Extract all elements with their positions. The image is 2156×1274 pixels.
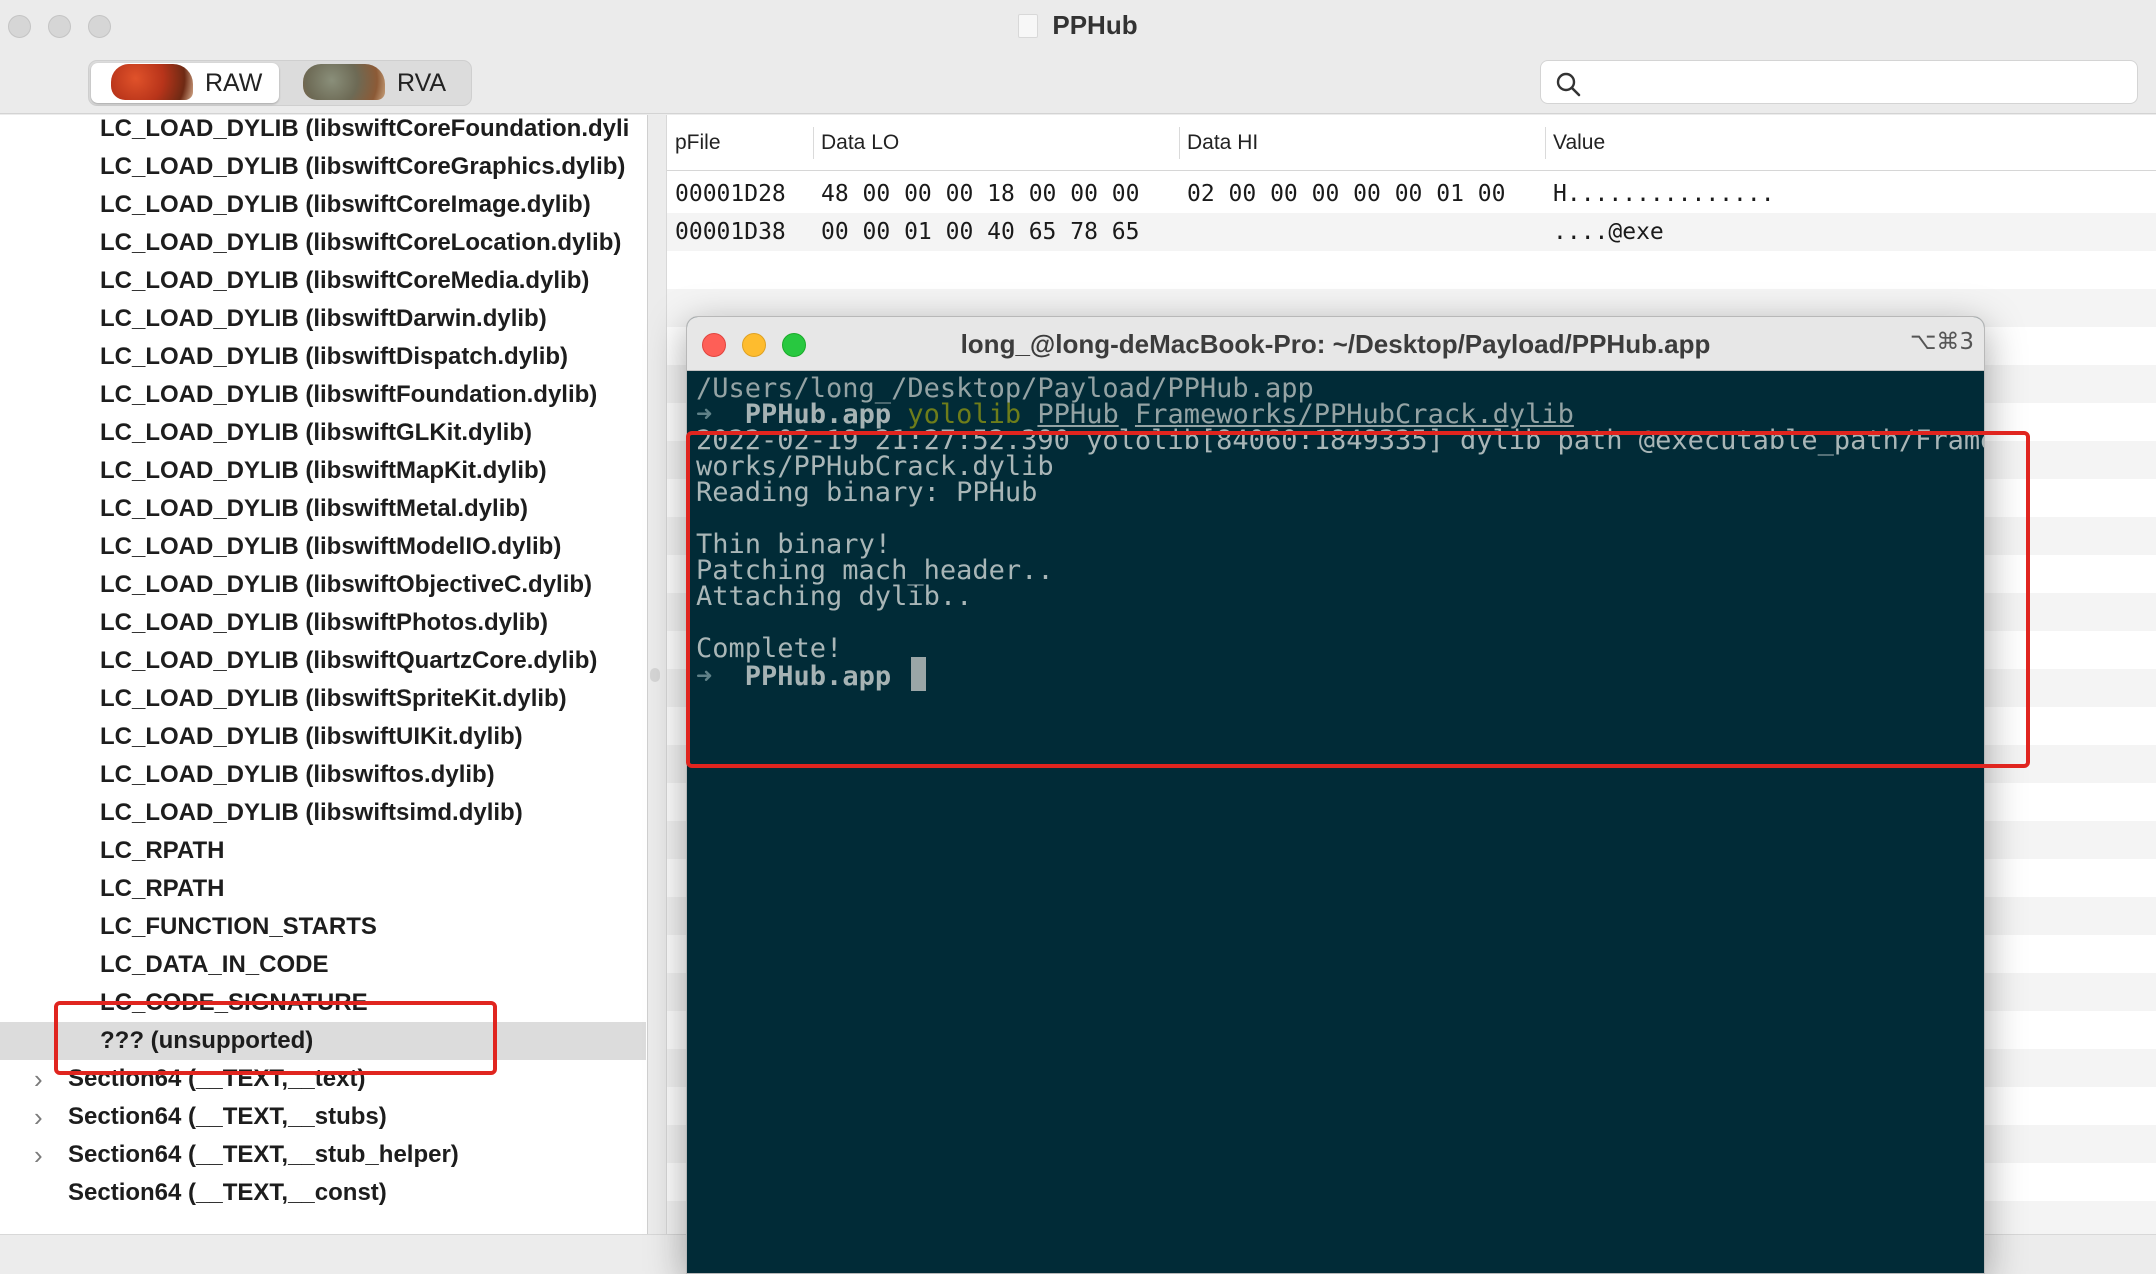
sidebar-item-label: LC_LOAD_DYLIB (libswiftCoreFoundation.dy… bbox=[100, 115, 630, 142]
rva-mode-label: RVA bbox=[397, 69, 447, 97]
sidebar-item-section-stubs[interactable]: › Section64 (__TEXT,__stubs) bbox=[0, 1098, 646, 1136]
sidebar-item[interactable]: LC_LOAD_DYLIB (libswiftDispatch.dylib) bbox=[0, 338, 646, 376]
sidebar-item[interactable]: LC_LOAD_DYLIB (libswiftGLKit.dylib) bbox=[0, 414, 646, 452]
sidebar-item-label: LC_LOAD_DYLIB (libswiftQuartzCore.dylib) bbox=[100, 647, 598, 674]
raw-mode-label: RAW bbox=[205, 69, 263, 97]
sidebar-item-section-const[interactable]: Section64 (__TEXT,__const) bbox=[0, 1174, 646, 1212]
window-title: PPHub bbox=[0, 10, 2156, 41]
sidebar-item[interactable]: LC_LOAD_DYLIB (libswiftCoreLocation.dyli… bbox=[0, 224, 646, 262]
sidebar-item-label: Section64 (__TEXT,__const) bbox=[68, 1179, 387, 1206]
column-header-data-lo[interactable]: Data LO bbox=[821, 131, 899, 155]
toolbar: RAW RVA bbox=[0, 52, 2156, 114]
sidebar-item-label: LC_LOAD_DYLIB (libswiftFoundation.dylib) bbox=[100, 381, 598, 408]
sidebar-item[interactable]: LC_LOAD_DYLIB (libswiftQuartzCore.dylib) bbox=[0, 642, 646, 680]
sidebar-item-label: LC_RPATH bbox=[100, 875, 225, 902]
sidebar-item-label: LC_LOAD_DYLIB (libswiftCoreMedia.dylib) bbox=[100, 267, 590, 294]
sidebar-item-label: LC_LOAD_DYLIB (libswiftos.dylib) bbox=[100, 761, 495, 788]
sidebar-item[interactable]: LC_LOAD_DYLIB (libswiftCoreImage.dylib) bbox=[0, 186, 646, 224]
rva-mode-button[interactable]: RVA bbox=[283, 63, 469, 103]
sidebar-item-label: LC_LOAD_DYLIB (libswiftSpriteKit.dylib) bbox=[100, 685, 567, 712]
sidebar-item-label: LC_FUNCTION_STARTS bbox=[100, 913, 377, 940]
rva-artwork-icon bbox=[303, 64, 385, 100]
pfile-cell: 00001D28 bbox=[675, 181, 786, 207]
sidebar-item[interactable]: LC_FUNCTION_STARTS bbox=[0, 908, 646, 946]
sidebar-item-label: LC_LOAD_DYLIB (libswiftCoreImage.dylib) bbox=[100, 191, 591, 218]
sidebar-item-label: LC_LOAD_DYLIB (libswiftMapKit.dylib) bbox=[100, 457, 547, 484]
raw-mode-button[interactable]: RAW bbox=[91, 63, 279, 103]
table-header: pFile Data LO Data HI Value bbox=[667, 115, 2156, 171]
sidebar-item[interactable]: LC_RPATH bbox=[0, 832, 646, 870]
sidebar-item[interactable]: LC_LOAD_DYLIB (libswiftUIKit.dylib) bbox=[0, 718, 646, 756]
column-header-value[interactable]: Value bbox=[1553, 131, 1605, 155]
disclosure-chevron-icon[interactable]: › bbox=[34, 1136, 43, 1174]
sidebar-item[interactable]: LC_LOAD_DYLIB (libswiftPhotos.dylib) bbox=[0, 604, 646, 642]
sidebar-item-label: LC_LOAD_DYLIB (libswiftCoreLocation.dyli… bbox=[100, 229, 622, 256]
table-row[interactable]: 00001D28 48 00 00 00 18 00 00 00 02 00 0… bbox=[667, 175, 2156, 213]
sidebar-item-label: Section64 (__TEXT,__stub_helper) bbox=[68, 1141, 459, 1168]
sidebar-item-label: LC_RPATH bbox=[100, 837, 225, 864]
sidebar-item-label: LC_LOAD_DYLIB (libswiftCoreGraphics.dyli… bbox=[100, 153, 626, 180]
sidebar-item[interactable]: LC_LOAD_DYLIB (libswiftModelIO.dylib) bbox=[0, 528, 646, 566]
data-hi-cell: 02 00 00 00 00 00 01 00 bbox=[1187, 181, 1506, 207]
column-header-data-hi[interactable]: Data HI bbox=[1187, 131, 1258, 155]
sidebar-item-label: LC_LOAD_DYLIB (libswiftsimd.dylib) bbox=[100, 799, 523, 826]
sidebar-item[interactable]: LC_LOAD_DYLIB (libswiftCoreFoundation.dy… bbox=[0, 115, 646, 148]
search-field[interactable] bbox=[1540, 60, 2138, 104]
sidebar-item[interactable]: LC_LOAD_DYLIB (libswiftos.dylib) bbox=[0, 756, 646, 794]
sidebar-item-label: LC_LOAD_DYLIB (libswiftMetal.dylib) bbox=[100, 495, 529, 522]
terminal-titlebar[interactable]: long_@long-deMacBook-Pro: ~/Desktop/Payl… bbox=[687, 317, 1984, 371]
sidebar-item[interactable]: LC_LOAD_DYLIB (libswiftDarwin.dylib) bbox=[0, 300, 646, 338]
terminal-shortcut-label: ⌥⌘3 bbox=[1909, 329, 1974, 355]
document-icon bbox=[1018, 14, 1039, 38]
sidebar-item-label: LC_LOAD_DYLIB (libswiftObjectiveC.dylib) bbox=[100, 571, 593, 598]
sidebar-item[interactable]: LC_LOAD_DYLIB (libswiftCoreGraphics.dyli… bbox=[0, 148, 646, 186]
sidebar-item-label: LC_LOAD_DYLIB (libswiftDarwin.dylib) bbox=[100, 305, 547, 332]
window-title-text: PPHub bbox=[1052, 10, 1138, 40]
search-icon bbox=[1556, 72, 1581, 97]
disclosure-chevron-icon[interactable]: › bbox=[34, 1060, 43, 1098]
sidebar-item-section-stub-helper[interactable]: › Section64 (__TEXT,__stub_helper) bbox=[0, 1136, 646, 1174]
load-commands-annotation-box bbox=[54, 1001, 497, 1075]
sidebar-item[interactable]: LC_LOAD_DYLIB (libswiftCoreMedia.dylib) bbox=[0, 262, 646, 300]
sidebar-item[interactable]: LC_LOAD_DYLIB (libswiftObjectiveC.dylib) bbox=[0, 566, 646, 604]
disclosure-chevron-icon[interactable]: › bbox=[34, 1098, 43, 1136]
window-titlebar: PPHub bbox=[0, 0, 2156, 52]
sidebar-item[interactable]: LC_RPATH bbox=[0, 870, 646, 908]
column-separator[interactable] bbox=[813, 127, 814, 159]
sidebar-item[interactable]: LC_LOAD_DYLIB (libswiftSpriteKit.dylib) bbox=[0, 680, 646, 718]
raw-artwork-icon bbox=[111, 64, 193, 100]
terminal-output-annotation-box bbox=[686, 431, 2030, 768]
sidebar-item-label: LC_LOAD_DYLIB (libswiftUIKit.dylib) bbox=[100, 723, 523, 750]
value-cell: ....@exe bbox=[1553, 219, 1664, 245]
sidebar-item[interactable]: LC_DATA_IN_CODE bbox=[0, 946, 646, 984]
sidebar-item-label: Section64 (__TEXT,__stubs) bbox=[68, 1103, 387, 1130]
pfile-cell: 00001D38 bbox=[675, 219, 786, 245]
sidebar-item[interactable]: LC_LOAD_DYLIB (libswiftMapKit.dylib) bbox=[0, 452, 646, 490]
sidebar-item-label: LC_LOAD_DYLIB (libswiftGLKit.dylib) bbox=[100, 419, 532, 446]
sidebar-item-label: LC_LOAD_DYLIB (libswiftModelIO.dylib) bbox=[100, 533, 562, 560]
column-separator[interactable] bbox=[1179, 127, 1180, 159]
sidebar-item-label: LC_DATA_IN_CODE bbox=[100, 951, 329, 978]
sidebar-item[interactable]: LC_LOAD_DYLIB (libswiftsimd.dylib) bbox=[0, 794, 646, 832]
data-lo-cell: 00 00 01 00 40 65 78 65 bbox=[821, 219, 1140, 245]
sidebar-item-label: LC_LOAD_DYLIB (libswiftDispatch.dylib) bbox=[100, 343, 569, 370]
column-separator[interactable] bbox=[1545, 127, 1546, 159]
table-row[interactable]: 00001D38 00 00 01 00 40 65 78 65 ....@ex… bbox=[667, 213, 2156, 251]
value-cell: H............... bbox=[1553, 181, 1775, 207]
terminal-title: long_@long-deMacBook-Pro: ~/Desktop/Payl… bbox=[960, 329, 1711, 359]
sidebar-item[interactable]: LC_LOAD_DYLIB (libswiftMetal.dylib) bbox=[0, 490, 646, 528]
address-mode-segmented-control: RAW RVA bbox=[88, 60, 472, 106]
sidebar-item-label: LC_LOAD_DYLIB (libswiftPhotos.dylib) bbox=[100, 609, 548, 636]
empty-row bbox=[667, 251, 2156, 289]
sidebar-item[interactable]: LC_LOAD_DYLIB (libswiftFoundation.dylib) bbox=[0, 376, 646, 414]
split-view-divider-handle[interactable] bbox=[650, 668, 660, 682]
column-header-pfile[interactable]: pFile bbox=[675, 131, 721, 155]
data-lo-cell: 48 00 00 00 18 00 00 00 bbox=[821, 181, 1140, 207]
